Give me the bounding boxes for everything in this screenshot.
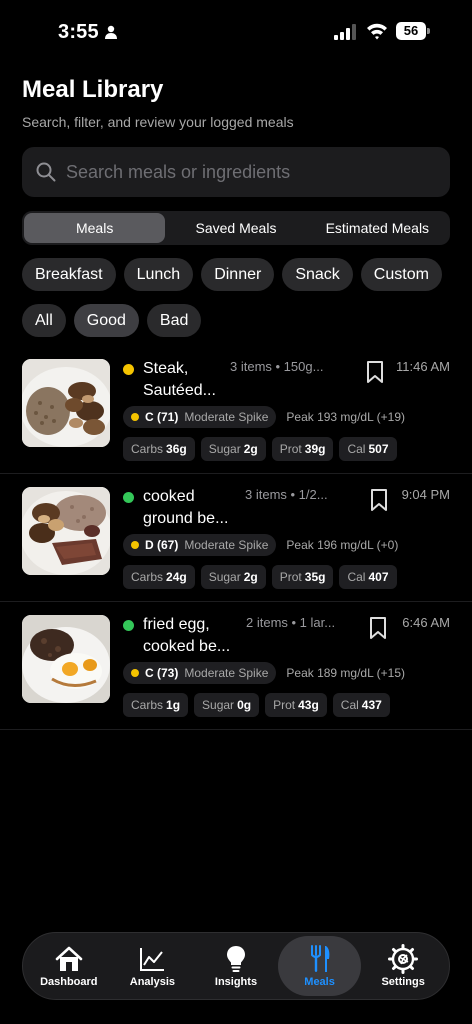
macro-row: Carbs 24g Sugar 2g Prot 35g Cal 407 — [123, 565, 397, 589]
grade-badge: C (71) Moderate Spike — [123, 406, 277, 428]
grade-badge: C (73) Moderate Spike — [123, 662, 277, 684]
status-dot — [123, 492, 134, 503]
peak-glucose: Peak 196 mg/dL (+0) — [286, 538, 399, 552]
tab-label: Meals — [304, 976, 335, 988]
grade-dot — [131, 541, 139, 549]
lightbulb-icon — [226, 946, 245, 972]
bookmark-icon[interactable] — [369, 616, 387, 640]
meal-list: Steak, Sautéed... 3 items • 150g... 11:4… — [0, 346, 472, 730]
status-bar: 3:55 56 — [0, 0, 472, 60]
glucose-grade-row: D (67) Moderate Spike Peak 196 mg/dL (+0… — [123, 534, 398, 556]
spike-label: Moderate Spike — [184, 410, 269, 424]
macro-row: Carbs 1g Sugar 0g Prot 43g Cal 437 — [123, 693, 390, 717]
chip-custom[interactable]: Custom — [360, 258, 442, 291]
chip-bad[interactable]: Bad — [146, 304, 202, 337]
cellular-signal-icon — [334, 24, 356, 40]
meal-card[interactable]: fried egg, cooked be... 2 items • 1 lar.… — [0, 602, 472, 730]
page-title: Meal Library — [22, 76, 164, 103]
chip-lunch[interactable]: Lunch — [123, 258, 194, 291]
macro-calories: Cal 407 — [339, 565, 397, 589]
segment-meals[interactable]: Meals — [24, 213, 166, 243]
glucose-grade-row: C (71) Moderate Spike Peak 193 mg/dL (+1… — [123, 406, 405, 428]
chip-all[interactable]: All — [22, 304, 66, 337]
tab-label: Analysis — [129, 976, 176, 988]
macro-calories: Cal 507 — [339, 437, 397, 461]
grade-value: D (67) — [145, 538, 179, 552]
macro-protein: Prot 35g — [271, 565, 334, 589]
meal-card[interactable]: cooked ground be... 3 items • 1/2... 9:0… — [0, 474, 472, 602]
grade-value: C (73) — [145, 666, 179, 680]
peak-glucose: Peak 193 mg/dL (+19) — [286, 410, 406, 424]
spike-label: Moderate Spike — [184, 666, 269, 680]
tab-label: Dashboard — [40, 976, 98, 988]
macro-protein: Prot 39g — [271, 437, 334, 461]
grade-dot — [131, 669, 139, 677]
meal-card[interactable]: Steak, Sautéed... 3 items • 150g... 11:4… — [0, 346, 472, 474]
meal-photo — [22, 359, 110, 447]
grade-dot — [131, 413, 139, 421]
meal-time: 11:46 AM — [396, 359, 450, 374]
meal-quality-filter: All Good Bad — [22, 304, 202, 337]
peak-glucose: Peak 189 mg/dL (+15) — [286, 666, 406, 680]
macro-sugar: Sugar 2g — [200, 565, 266, 589]
tab-analysis[interactable]: Analysis — [111, 936, 195, 996]
segment-saved-meals[interactable]: Saved Meals — [165, 213, 306, 243]
macro-carbs: Carbs 36g — [123, 437, 195, 461]
chip-dinner[interactable]: Dinner — [201, 258, 275, 291]
status-dot — [123, 620, 134, 631]
page-subtitle: Search, filter, and review your logged m… — [22, 114, 294, 130]
macro-carbs: Carbs 24g — [123, 565, 195, 589]
segment-estimated-meals[interactable]: Estimated Meals — [307, 213, 448, 243]
status-dot — [123, 364, 134, 375]
meal-name: cooked ground be... — [143, 488, 229, 527]
macro-protein: Prot 43g — [265, 693, 327, 717]
macro-calories: Cal 437 — [332, 693, 390, 717]
tab-label: Settings — [381, 976, 425, 988]
bookmark-icon[interactable] — [366, 360, 384, 384]
macro-row: Carbs 36g Sugar 2g Prot 39g Cal 507 — [123, 437, 397, 461]
battery-level: 56 — [396, 22, 426, 40]
bottom-tab-bar: Dashboard Analysis Insights Meals Settin… — [22, 932, 450, 1000]
wifi-icon — [367, 23, 387, 40]
search-bar[interactable] — [22, 147, 450, 197]
tab-insights[interactable]: Insights — [194, 936, 278, 996]
meal-items-summary: 3 items • 1/2... — [245, 487, 328, 502]
meal-type-filter: Breakfast Lunch Dinner Snack Custom — [22, 258, 442, 291]
battery-nub — [427, 28, 430, 34]
glucose-grade-row: C (73) Moderate Spike Peak 189 mg/dL (+1… — [123, 662, 405, 684]
meal-photo — [22, 615, 110, 703]
fork-knife-icon — [310, 945, 329, 972]
search-icon — [36, 162, 56, 182]
meal-photo — [22, 487, 110, 575]
spike-label: Moderate Spike — [184, 538, 269, 552]
meal-time: 6:46 AM — [402, 615, 450, 630]
meal-name: Steak, Sautéed... — [143, 360, 216, 399]
macro-sugar: Sugar 2g — [200, 437, 266, 461]
tab-dashboard[interactable]: Dashboard — [27, 936, 111, 996]
macro-sugar: Sugar 0g — [194, 693, 260, 717]
meal-source-segmented-control: Meals Saved Meals Estimated Meals — [22, 211, 450, 245]
chart-line-icon — [140, 948, 165, 971]
chip-breakfast[interactable]: Breakfast — [22, 258, 116, 291]
status-time: 3:55 — [58, 21, 99, 43]
grade-badge: D (67) Moderate Spike — [123, 534, 277, 556]
battery-indicator: 56 — [396, 22, 430, 40]
meal-items-summary: 2 items • 1 lar... — [246, 615, 336, 630]
bookmark-icon[interactable] — [370, 488, 388, 512]
meal-name: fried egg, cooked be... — [143, 616, 231, 655]
house-icon — [55, 946, 83, 971]
tab-label: Insights — [214, 976, 258, 988]
tab-settings[interactable]: Settings — [361, 936, 445, 996]
chip-snack[interactable]: Snack — [282, 258, 353, 291]
tab-meals[interactable]: Meals — [277, 936, 362, 996]
meal-items-summary: 3 items • 150g... — [230, 359, 324, 374]
macro-carbs: Carbs 1g — [123, 693, 189, 717]
chip-good[interactable]: Good — [73, 304, 139, 337]
person-icon — [105, 25, 117, 39]
search-input[interactable] — [66, 147, 436, 197]
meal-time: 9:04 PM — [401, 487, 450, 502]
gear-icon — [388, 944, 419, 974]
grade-value: C (71) — [145, 410, 179, 424]
